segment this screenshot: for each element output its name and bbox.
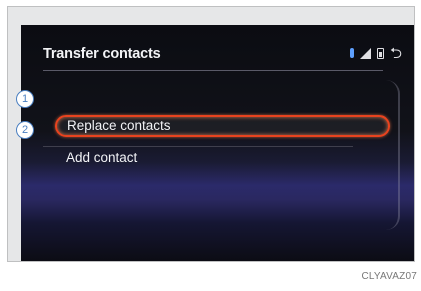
callout-number: 1 xyxy=(16,90,34,108)
battery-icon xyxy=(376,47,384,59)
divider xyxy=(43,70,383,71)
status-bar: ⮌ xyxy=(349,45,402,61)
option-label: Add contact xyxy=(66,150,138,165)
callout-number: 2 xyxy=(16,121,34,139)
bluetooth-icon xyxy=(349,48,354,58)
option-label: Replace contacts xyxy=(67,118,171,133)
infotainment-screen: Transfer contacts ⮌ Replace contacts Add… xyxy=(21,25,414,261)
divider xyxy=(43,146,353,147)
page-title: Transfer contacts xyxy=(43,46,161,62)
back-icon[interactable]: ⮌ xyxy=(390,45,402,61)
replace-contacts-button[interactable]: Replace contacts xyxy=(55,115,390,137)
signal-icon xyxy=(359,47,371,59)
add-contact-button[interactable]: Add contact xyxy=(66,150,137,165)
figure-code: CLYAVAZ07 xyxy=(361,271,417,282)
